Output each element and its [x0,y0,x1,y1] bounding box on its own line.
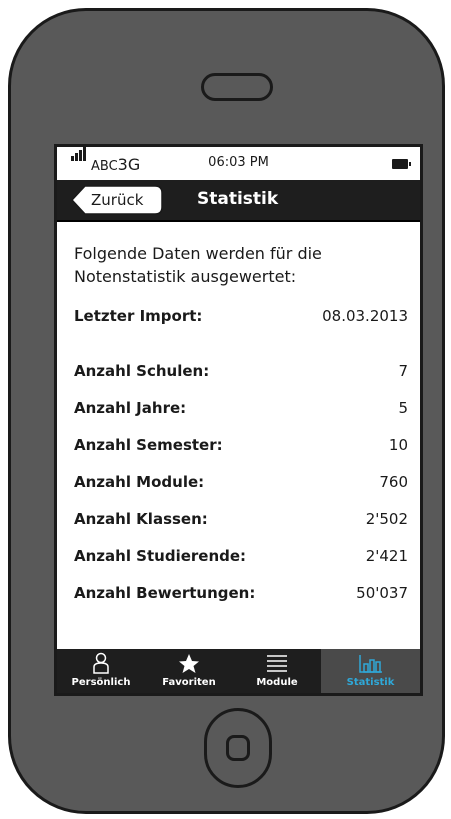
tab-label: Favoriten [162,677,216,688]
stat-label: Anzahl Studierende: [74,547,247,565]
tab-statistik[interactable]: Statistik [321,649,420,693]
stat-value: 10 [388,436,408,454]
phone-frame: ABC3G 06:03 PM Zurück Statistik Folgende… [8,8,445,814]
last-import-label: Letzter Import: [74,307,203,325]
stat-label: Anzahl Bewertungen: [74,584,256,602]
stat-label: Anzahl Klassen: [74,510,208,528]
stat-row-students: Anzahl Studierende: 2'421 [74,547,408,571]
stat-label: Anzahl Schulen: [74,362,210,380]
tab-label: Module [256,677,298,688]
navigation-bar: Zurück Statistik [57,180,420,222]
stat-label: Anzahl Semester: [74,436,223,454]
back-button-label: Zurück [91,191,144,209]
speaker-grille [201,73,273,101]
back-button[interactable]: Zurück [71,185,163,215]
status-bar: ABC3G 06:03 PM [57,147,420,180]
stat-row-schools: Anzahl Schulen: 7 [74,362,408,386]
tab-label: Persönlich [71,677,131,688]
tab-favoriten[interactable]: Favoriten [145,649,233,693]
bar-chart-icon [359,655,382,673]
tab-bar: Persönlich Favoriten Module Statistik [57,649,420,693]
page-title: Statistik [197,189,279,209]
list-icon [267,655,287,672]
stat-value: 2'421 [365,547,408,565]
stat-value: 760 [379,473,408,491]
status-time: 06:03 PM [208,155,269,170]
stat-value: 2'502 [365,510,408,528]
stat-row-ratings: Anzahl Bewertungen: 50'037 [74,584,408,608]
stat-row-semesters: Anzahl Semester: 10 [74,436,408,460]
stat-row-modules: Anzahl Module: 760 [74,473,408,497]
battery-icon [392,159,411,169]
tab-module[interactable]: Module [233,649,321,693]
tab-label: Statistik [346,677,395,688]
tab-persoenlich[interactable]: Persönlich [57,649,145,693]
stat-label: Anzahl Module: [74,473,205,491]
home-button-icon [226,735,250,761]
stat-row-classes: Anzahl Klassen: 2'502 [74,510,408,534]
person-icon [93,652,109,674]
last-import-row: Letzter Import: 08.03.2013 [74,307,408,331]
screen: ABC3G 06:03 PM Zurück Statistik Folgende… [54,144,423,696]
stat-value: 50'037 [356,584,408,602]
statistics-content: Folgende Daten werden für die Notenstati… [57,220,420,650]
intro-text: Folgende Daten werden für die Notenstati… [74,244,322,286]
stat-value: 7 [398,362,408,380]
stat-label: Anzahl Jahre: [74,399,187,417]
stat-row-years: Anzahl Jahre: 5 [74,399,408,423]
stat-value: 5 [398,399,408,417]
star-icon [179,654,199,673]
home-button[interactable] [204,708,272,788]
last-import-value: 08.03.2013 [322,307,408,325]
